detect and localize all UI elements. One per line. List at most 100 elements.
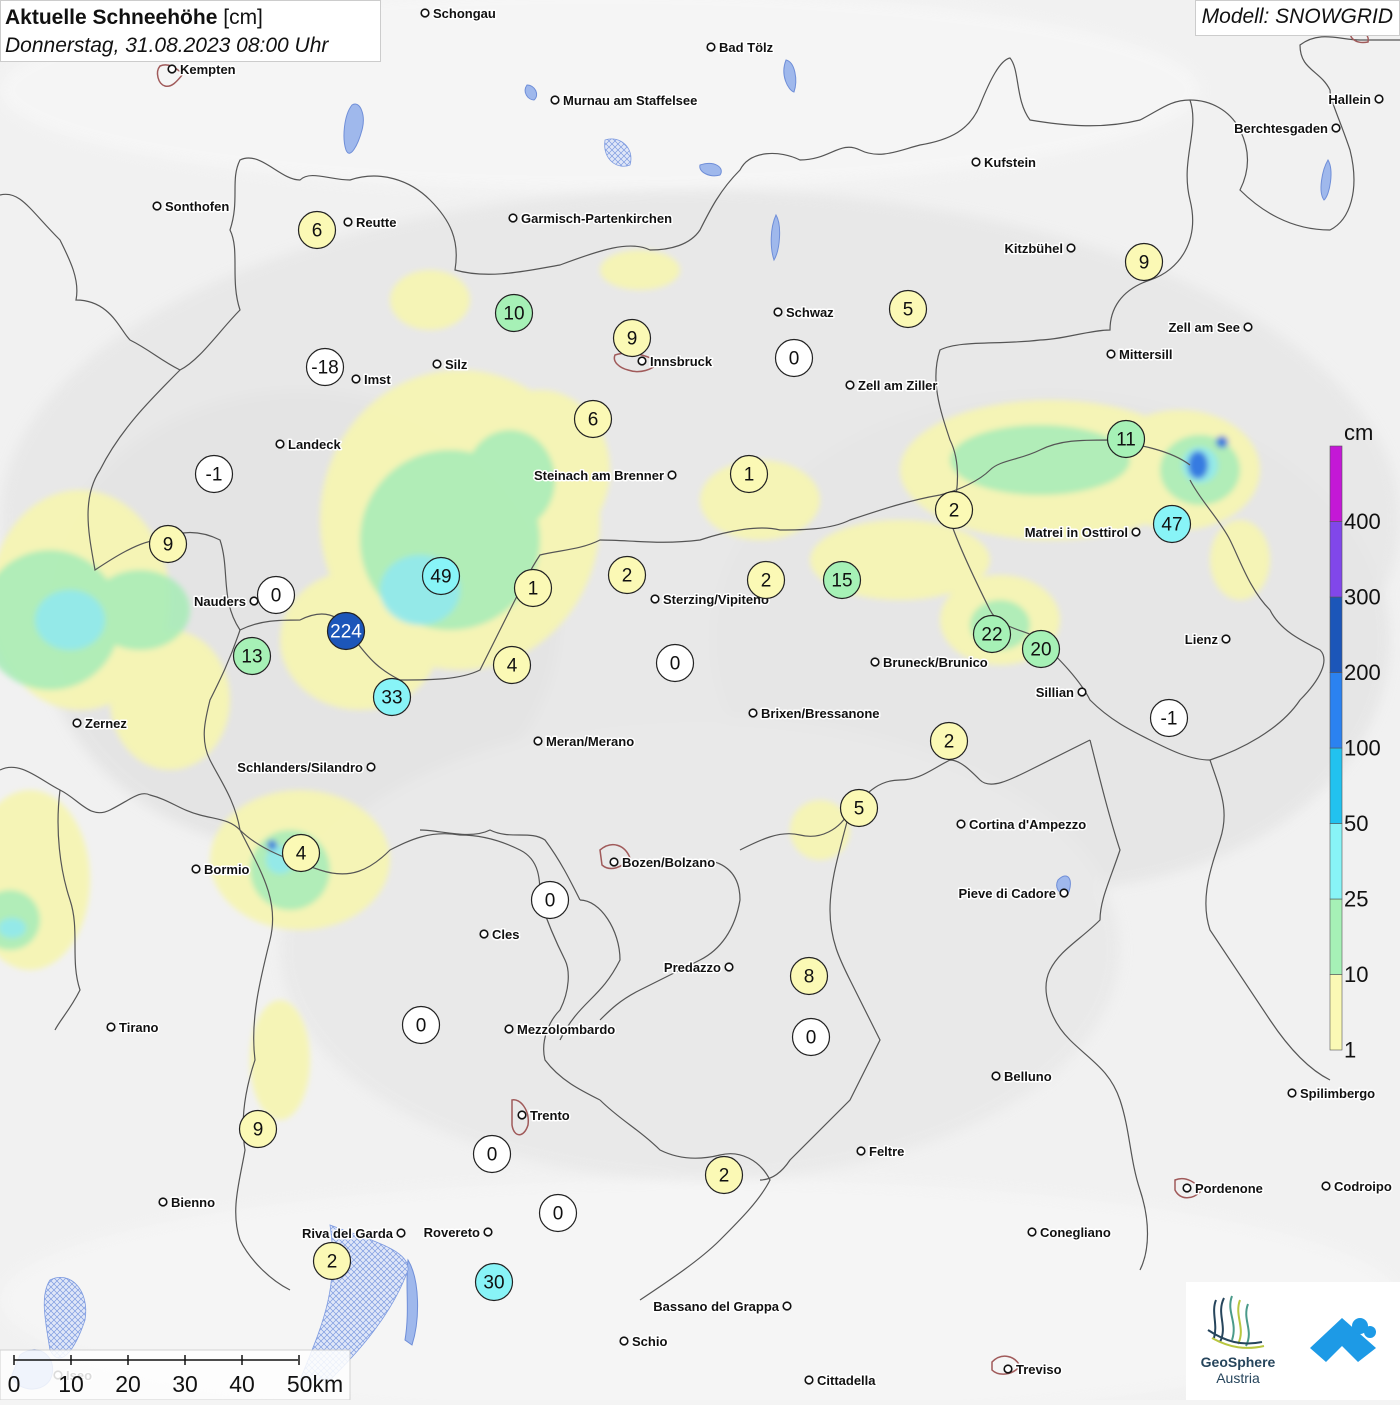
city-label: Bad Tölz: [719, 40, 774, 55]
station-value: 4: [296, 844, 307, 865]
station-marker: 2: [312, 1241, 352, 1281]
station-value: 15: [831, 571, 852, 592]
station-value: 2: [719, 1166, 730, 1187]
city-dot-icon: [504, 1024, 514, 1034]
city-dot-icon: [508, 213, 518, 223]
city-label: Reutte: [356, 215, 396, 230]
city-dot-icon: [782, 1301, 792, 1311]
station-value: 8: [804, 967, 815, 988]
city-label: Treviso: [1016, 1362, 1062, 1377]
scale-label: 0: [8, 1371, 21, 1397]
city-marker: Cortina d'Ampezzo: [956, 816, 1088, 834]
city-marker: Schongau: [420, 5, 497, 23]
station-marker: 0: [774, 338, 814, 378]
city-label: Tirano: [119, 1020, 159, 1035]
station-marker: 0: [472, 1134, 512, 1174]
city-dot-icon: [845, 380, 855, 390]
station-marker: -1: [194, 454, 234, 494]
city-label: Rovereto: [424, 1225, 480, 1240]
city-label: Zell am Ziller: [858, 378, 937, 393]
station-value: -1: [1161, 709, 1178, 730]
map-subtitle: Donnerstag, 31.08.2023 08:00 Uhr: [5, 34, 329, 57]
station-value: 0: [806, 1028, 817, 1049]
city-label: Mittersill: [1119, 347, 1172, 362]
snow-depth-map: Schongau Kempten Bad Tölz Murnau am Staffel…: [0, 0, 1400, 1400]
station-marker: 11: [1106, 419, 1146, 459]
legend-label: 1: [1344, 1038, 1356, 1063]
legend-swatch: [1329, 823, 1343, 900]
city-dot-icon: [1106, 349, 1116, 359]
city-dot-icon: [1027, 1227, 1037, 1237]
legend-label: 100: [1344, 736, 1381, 761]
city-marker: Pordenone: [1182, 1180, 1264, 1198]
city-label: Sillian: [1036, 685, 1074, 700]
station-marker: 9: [238, 1109, 278, 1149]
station-marker: 22: [972, 614, 1012, 654]
station-value: 0: [670, 654, 681, 675]
city-label: Sterzing/Vipiteno: [663, 592, 769, 607]
city-dot-icon: [971, 157, 981, 167]
station-marker: 9: [1124, 242, 1164, 282]
station-marker: -1: [1149, 698, 1189, 738]
station-marker: 2: [607, 555, 647, 595]
station-marker: 4: [492, 645, 532, 685]
title-unit: [cm]: [223, 6, 263, 29]
city-dot-icon: [991, 1071, 1001, 1081]
station-marker: 5: [888, 289, 928, 329]
station-value: 20: [1030, 640, 1051, 661]
city-dot-icon: [1243, 322, 1253, 332]
snow-app-logo-icon: [1310, 1318, 1376, 1362]
station-value: 0: [487, 1145, 498, 1166]
station-marker: 0: [538, 1193, 578, 1233]
station-value: 22: [981, 625, 1002, 646]
station-value: 9: [163, 535, 174, 556]
city-dot-icon: [1321, 1181, 1331, 1191]
city-dot-icon: [1003, 1364, 1013, 1374]
legend-label: 400: [1344, 509, 1381, 534]
scalebar: 0 10 20 30 40 50km: [0, 1349, 351, 1400]
city-dot-icon: [479, 929, 489, 939]
city-marker: Sonthofen: [152, 198, 231, 216]
city-dot-icon: [1331, 123, 1341, 133]
station-marker: 49: [421, 556, 461, 596]
city-label: Mezzolombardo: [517, 1022, 615, 1037]
city-dot-icon: [483, 1227, 493, 1237]
city-dot-icon: [1066, 243, 1076, 253]
city-dot-icon: [609, 857, 619, 867]
scale-label: 40: [229, 1371, 255, 1397]
station-value: 9: [253, 1120, 264, 1141]
city-label: Brixen/Bressanone: [761, 706, 880, 721]
station-value: 2: [949, 501, 960, 522]
legend-swatch: [1329, 445, 1343, 522]
station-marker: 0: [256, 575, 296, 615]
scale-label: 20: [115, 1371, 141, 1397]
station-value: 5: [854, 799, 865, 820]
city-dot-icon: [1182, 1183, 1192, 1193]
city-dot-icon: [773, 307, 783, 317]
city-label: Sonthofen: [165, 199, 229, 214]
geosphere-wordmark: GeoSphere Austria: [1193, 1354, 1283, 1386]
city-marker: Steinach am Brenner: [532, 467, 677, 485]
city-dot-icon: [650, 594, 660, 604]
city-marker: Mezzolombardo: [504, 1021, 617, 1039]
city-label: Bozen/Bolzano: [622, 855, 715, 870]
city-dot-icon: [550, 95, 560, 105]
legend-label: 10: [1344, 962, 1368, 987]
city-label: Cittadella: [817, 1373, 876, 1388]
city-label: Lienz: [1185, 632, 1219, 647]
city-label: Riva del Garda: [302, 1226, 394, 1241]
city-dot-icon: [167, 64, 177, 74]
city-marker: Innsbruck: [637, 353, 714, 371]
city-dot-icon: [956, 819, 966, 829]
city-dot-icon: [533, 736, 543, 746]
station-value: 1: [528, 579, 539, 600]
city-dot-icon: [106, 1022, 116, 1032]
station-value: 0: [553, 1204, 564, 1225]
station-marker: 1: [729, 454, 769, 494]
city-label: Schwaz: [786, 305, 834, 320]
station-marker: 10: [494, 293, 534, 333]
station-value: 2: [761, 571, 772, 592]
station-marker: -18: [305, 347, 345, 387]
city-label: Meran/Merano: [546, 734, 634, 749]
city-dot-icon: [420, 8, 430, 18]
